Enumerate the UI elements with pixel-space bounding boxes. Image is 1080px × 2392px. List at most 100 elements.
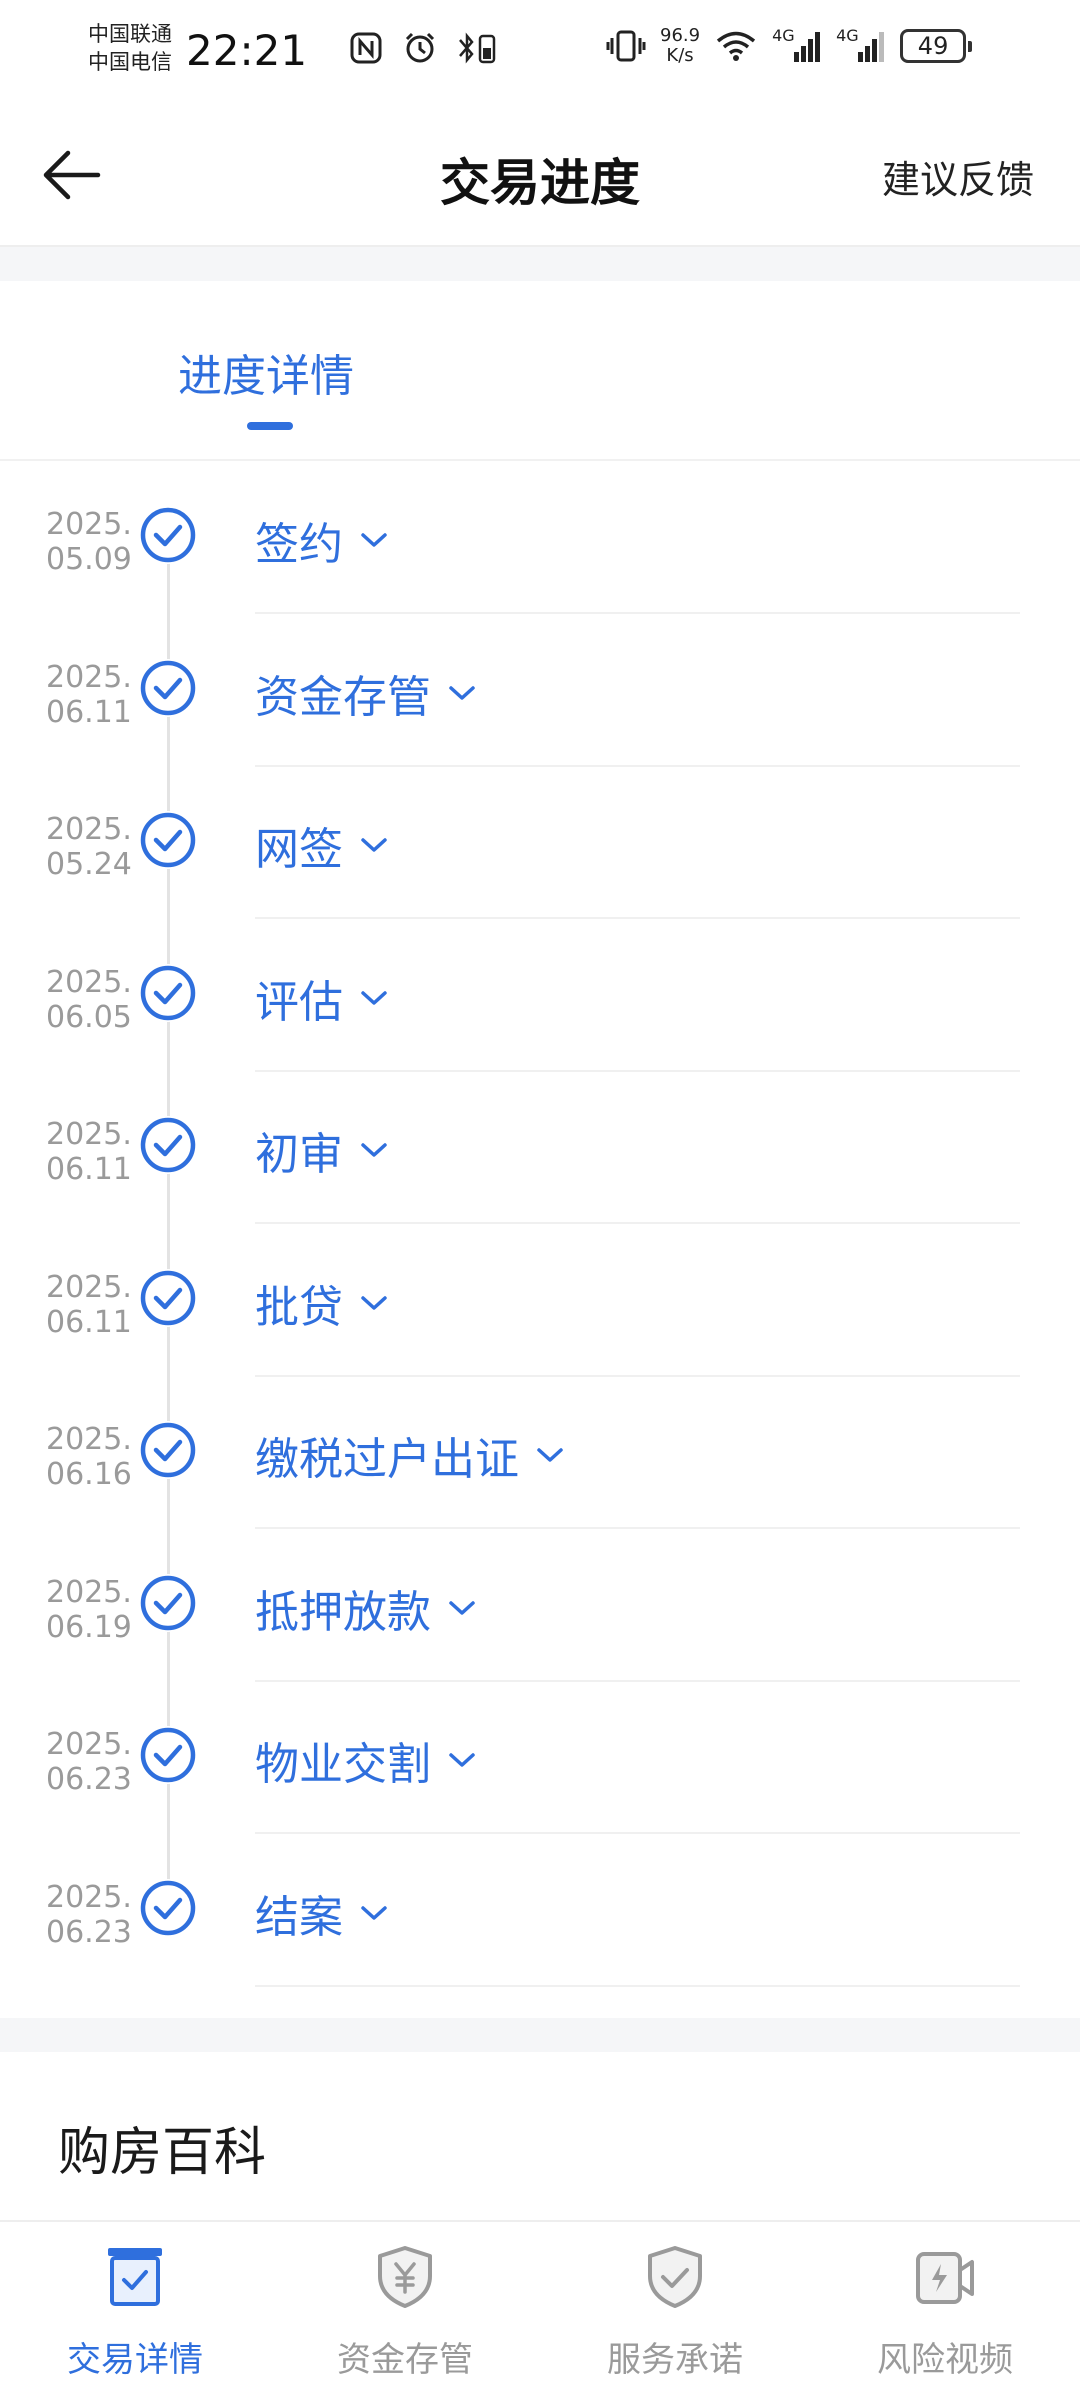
step-date-year: 2025. (46, 507, 132, 542)
encyclopedia-title: 购房百科 (58, 2123, 267, 2183)
nav-item-transaction-detail[interactable]: 交易详情 (0, 2222, 270, 2392)
chevron-down-icon (361, 1295, 387, 1310)
step-date: 2025. 05.09 (46, 507, 132, 577)
step-divider (255, 1984, 1020, 1987)
signal-1: 4G (772, 26, 822, 64)
timeline-step-9[interactable]: 2025. 06.23 物业交割 (0, 1680, 1080, 1834)
status-time: 22:21 (186, 26, 308, 75)
step-date: 2025. 05.24 (46, 812, 132, 882)
network-speed: 96.9 K/s (660, 26, 700, 66)
carrier-2: 中国电信 (88, 50, 172, 74)
step-date-year: 2025. (46, 1727, 132, 1762)
step-date: 2025. 06.16 (46, 1422, 132, 1492)
chevron-down-icon (361, 990, 387, 1005)
step-check-icon (139, 1726, 197, 1784)
step-title[interactable]: 资金存管 (255, 661, 477, 725)
transaction-detail-icon (108, 2248, 162, 2306)
step-title[interactable]: 评估 (255, 966, 389, 1030)
check-shield-icon (648, 2246, 702, 2308)
timeline-step-3[interactable]: 2025. 05.24 网签 (0, 765, 1080, 919)
nav-item-fund-custody[interactable]: 资金存管 (270, 2222, 540, 2392)
battery-indicator: 49 (900, 29, 973, 63)
step-title-text: 抵押放款 (255, 1586, 431, 1638)
step-date-year: 2025. (46, 1574, 132, 1610)
signal-bars-icon (858, 32, 885, 62)
step-title-text: 资金存管 (255, 671, 431, 723)
signal-2: 4G (836, 26, 886, 64)
step-date-day: 06.11 (46, 694, 132, 730)
step-title[interactable]: 结案 (255, 1881, 389, 1945)
nfc-icon (350, 32, 382, 64)
nav-label: 资金存管 (337, 2340, 473, 2380)
step-check-icon (139, 963, 197, 1022)
status-icons-left (348, 30, 500, 66)
step-title[interactable]: 批贷 (255, 1271, 389, 1335)
step-check-icon (139, 658, 197, 717)
step-date-day: 06.23 (46, 1762, 132, 1797)
video-icon (916, 2252, 974, 2304)
tab-bar: 进度详情 (0, 281, 1080, 461)
step-date-year: 2025. (46, 1422, 132, 1457)
tab-active-indicator (247, 422, 293, 430)
wifi-icon (716, 31, 756, 61)
timeline-step-2[interactable]: 2025. 06.11 资金存管 (0, 613, 1080, 767)
timeline-step-6[interactable]: 2025. 06.11 批贷 (0, 1223, 1080, 1377)
step-check-icon (139, 1116, 197, 1174)
alarm-icon (405, 32, 435, 63)
step-date-year: 2025. (46, 1117, 132, 1152)
step-date-year: 2025. (46, 812, 132, 847)
chevron-down-icon (449, 1600, 475, 1615)
step-check-icon (139, 1878, 197, 1937)
step-date-day: 06.19 (46, 1609, 132, 1645)
carrier-1: 中国联通 (88, 22, 172, 46)
step-title[interactable]: 物业交割 (255, 1728, 477, 1792)
step-title-text: 批贷 (255, 1281, 343, 1333)
carrier-info: 中国联通 中国电信 (88, 20, 172, 76)
timeline-step-4[interactable]: 2025. 06.05 评估 (0, 918, 1080, 1072)
timeline-step-5[interactable]: 2025. 06.11 初审 (0, 1070, 1080, 1224)
feedback-button[interactable]: 建议反馈 (882, 149, 1034, 204)
step-date-day: 06.11 (46, 1152, 132, 1187)
nav-item-risk-video[interactable]: 风险视频 (810, 2222, 1080, 2392)
step-title[interactable]: 签约 (255, 508, 389, 572)
nav-item-service-promise[interactable]: 服务承诺 (540, 2222, 810, 2392)
timeline-step-8[interactable]: 2025. 06.19 抵押放款 (0, 1528, 1080, 1682)
step-date: 2025. 06.19 (46, 1575, 132, 1645)
step-date-day: 05.09 (46, 542, 132, 577)
step-date: 2025. 06.05 (46, 965, 132, 1035)
timeline-step-10[interactable]: 2025. 06.23 结案 (0, 1833, 1080, 1987)
step-title-text: 缴税过户出证 (255, 1434, 519, 1485)
step-title[interactable]: 网签 (255, 813, 389, 877)
step-title-text: 初审 (255, 1129, 343, 1180)
nav-label: 交易详情 (67, 2340, 203, 2380)
step-title[interactable]: 初审 (255, 1118, 389, 1182)
nav-label: 服务承诺 (607, 2340, 743, 2380)
timeline-step-7[interactable]: 2025. 06.16 缴税过户出证 (0, 1375, 1080, 1529)
section-separator (0, 2018, 1080, 2052)
chevron-down-icon (361, 1143, 387, 1157)
step-title-text: 物业交割 (255, 1739, 431, 1790)
step-date-year: 2025. (46, 1879, 132, 1915)
step-date: 2025. 06.11 (46, 1270, 132, 1340)
step-date-year: 2025. (46, 1269, 132, 1305)
status-icons-right: 96.9 K/s 4G 4G 49 (606, 26, 973, 66)
chevron-down-icon (361, 838, 387, 852)
step-title[interactable]: 抵押放款 (255, 1576, 477, 1640)
chevron-down-icon (361, 533, 387, 547)
yuan-shield-icon (378, 2246, 432, 2308)
step-check-icon (139, 1573, 197, 1632)
tab-progress-detail[interactable]: 进度详情 (178, 340, 354, 404)
step-title[interactable]: 缴税过户出证 (255, 1423, 565, 1487)
step-date-year: 2025. (46, 659, 132, 695)
step-date: 2025. 06.23 (46, 1880, 132, 1950)
page-header: 交易进度 建议反馈 (0, 105, 1080, 247)
step-check-icon (139, 1421, 197, 1479)
network-speed-value: 96.9 (660, 25, 701, 46)
chevron-down-icon (449, 685, 475, 700)
step-date-day: 06.23 (46, 1914, 132, 1950)
step-title-text: 评估 (255, 976, 343, 1028)
timeline-step-1[interactable]: 2025. 05.09 签约 (0, 460, 1080, 614)
step-date-day: 06.16 (46, 1457, 132, 1492)
step-date: 2025. 06.23 (46, 1727, 132, 1797)
step-date-day: 05.24 (46, 847, 132, 882)
